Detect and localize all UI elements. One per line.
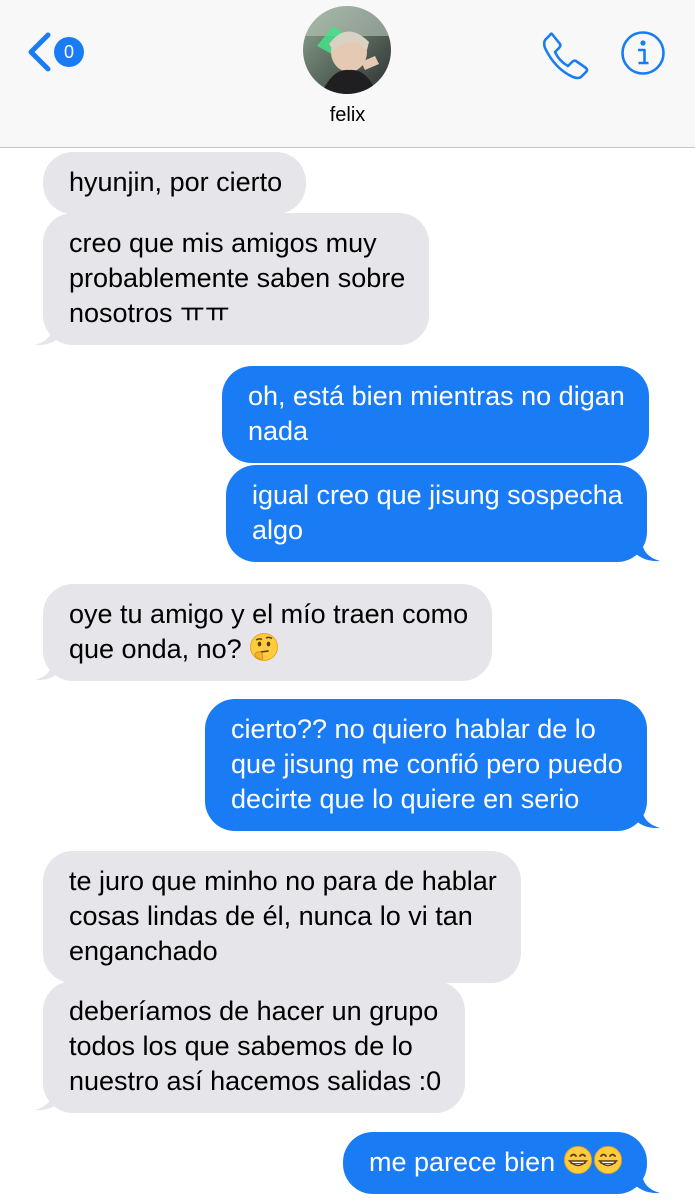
grinning-face-emoji <box>563 1146 592 1174</box>
message-line: algo <box>252 515 304 545</box>
incoming-message[interactable]: te juro que minho no para de hablar cosa… <box>43 851 521 983</box>
contact-name[interactable]: felix <box>0 104 695 127</box>
incoming-message[interactable]: creo que mis amigos muy probablemente sa… <box>43 213 430 345</box>
message-line: creo que mis amigos muy <box>69 228 377 258</box>
outgoing-message[interactable]: oh, está bien mientras no digan nada <box>222 366 649 463</box>
bubble-tail <box>636 1172 660 1194</box>
conversation-header: 0 felix <box>0 0 695 148</box>
message-line-with-emoji: que onda, no? <box>69 632 468 667</box>
incoming-message[interactable]: oye tu amigo y el mío traen como que ond… <box>43 584 493 681</box>
contact-avatar[interactable] <box>303 6 391 94</box>
message-line: oh, está bien mientras no digan <box>248 381 625 411</box>
message-line: todos los que sabemos de lo <box>69 1031 413 1061</box>
message-line: nuestro así hacemos salidas :0 <box>69 1066 442 1096</box>
avatar-photo <box>303 6 391 94</box>
message-line: enganchado <box>69 936 218 966</box>
outgoing-message[interactable]: igual creo que jisung sospecha algo <box>226 465 647 562</box>
chevron-left-icon <box>28 32 51 72</box>
unread-count-badge: 0 <box>54 37 84 67</box>
message-line: te juro que minho no para de hablar <box>69 866 497 896</box>
message-line: que onda, no? <box>69 634 242 664</box>
phone-icon[interactable] <box>540 30 590 80</box>
outgoing-message[interactable]: me parece bien <box>343 1132 647 1194</box>
message-line: me parece bien <box>369 1147 556 1177</box>
bubble-tail <box>35 324 59 346</box>
bubble-tail <box>35 1089 59 1111</box>
bubble-tail <box>636 540 660 562</box>
message-line: oye tu amigo y el mío traen como <box>69 599 469 629</box>
message-line: nada <box>248 416 309 446</box>
message-line: cierto?? no quiero hablar de lo <box>231 714 596 744</box>
messages-app: 0 felix hyunjin, por cierto creo que mis… <box>0 0 695 1200</box>
message-line: que jisung me confió pero puedo <box>231 749 623 779</box>
incoming-message[interactable]: deberíamos de hacer un grupo todos los q… <box>43 981 466 1113</box>
message-line: probablemente saben sobre <box>69 263 406 293</box>
bubble-tail <box>636 807 660 829</box>
back-button[interactable]: 0 <box>26 30 84 74</box>
grinning-face-emoji <box>593 1146 622 1174</box>
message-line: deberíamos de hacer un grupo <box>69 996 439 1026</box>
bubble-tail <box>35 659 59 681</box>
info-icon[interactable] <box>620 30 666 76</box>
message-line: hyunjin, por cierto <box>69 167 283 197</box>
message-line: nosotros ㅠㅠ <box>69 298 230 328</box>
thinking-face-emoji <box>250 633 279 661</box>
message-line: igual creo que jisung sospecha <box>252 480 623 510</box>
outgoing-message[interactable]: cierto?? no quiero hablar de lo que jisu… <box>205 699 647 831</box>
message-line: cosas lindas de él, nunca lo vi tan <box>69 901 473 931</box>
incoming-message[interactable]: hyunjin, por cierto <box>43 152 307 214</box>
message-line: decirte que lo quiere en serio <box>231 784 580 814</box>
message-thread[interactable]: hyunjin, por cierto creo que mis amigos … <box>0 148 695 1200</box>
